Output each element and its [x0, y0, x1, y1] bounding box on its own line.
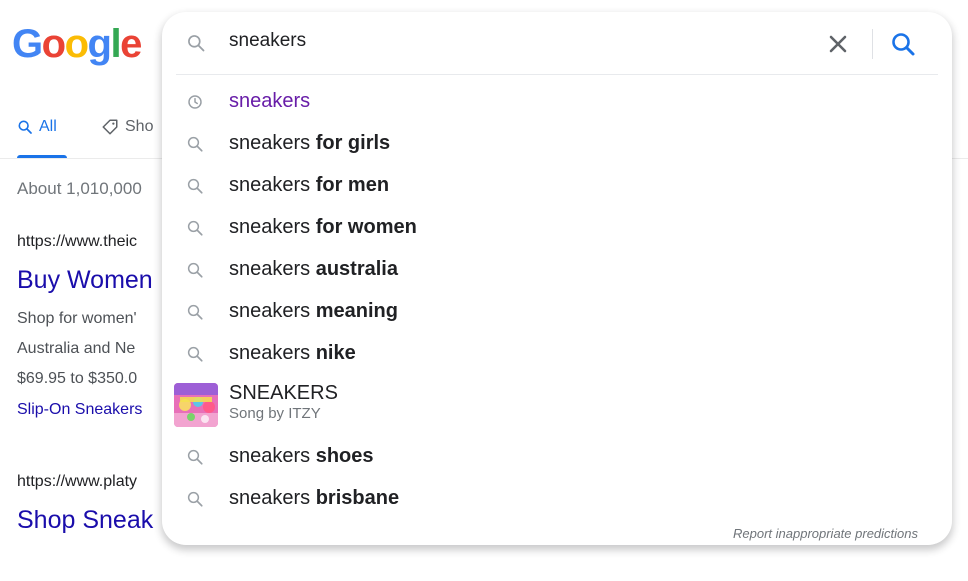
suggestion-text: sneakers shoes [229, 445, 374, 468]
suggestion-completion: nike [315, 342, 356, 364]
search-icon [187, 304, 203, 320]
suggestion-item[interactable]: sneakers meaning [162, 290, 952, 332]
search-icon [187, 136, 203, 152]
result-url: https://www.platy [17, 473, 138, 490]
dropdown-divider [176, 74, 938, 75]
tag-icon [102, 119, 118, 135]
search-icon [187, 491, 203, 507]
result-snippet-line: $69.95 to $350.0 [17, 370, 138, 387]
logo-letter: l [110, 22, 121, 66]
search-icon [18, 120, 32, 134]
suggestion-completion: australia [315, 258, 398, 280]
google-logo[interactable]: Google [12, 20, 142, 68]
suggestion-item[interactable]: sneakers for girls [162, 122, 952, 164]
tab-shopping[interactable]: Sho [101, 118, 153, 136]
result-sitelink[interactable]: Slip-On Sneakers [17, 401, 142, 419]
suggestion-item[interactable]: sneakers australia [162, 248, 952, 290]
suggestion-completion: for girls [315, 132, 391, 154]
close-icon [829, 35, 847, 53]
album-art-thumbnail [174, 383, 218, 427]
suggestion-prefix: sneakers [229, 300, 316, 322]
suggestion-text: sneakers nike [229, 342, 356, 365]
suggestion-text: sneakers australia [229, 258, 398, 281]
tab-label: All [39, 118, 57, 135]
search-box: sneakers [162, 12, 952, 74]
suggestion-item-song[interactable]: SNEAKERS Song by ITZY [162, 378, 952, 430]
search-icon [187, 449, 203, 465]
search-icon [188, 35, 205, 52]
suggestion-completion: shoes [315, 445, 374, 467]
search-divider [872, 29, 873, 59]
clear-search-button[interactable] [824, 30, 852, 58]
suggestion-item[interactable]: sneakers brisbane [162, 477, 952, 519]
result-title-link[interactable]: Shop Sneak [17, 506, 153, 535]
logo-letter: G [12, 22, 43, 66]
report-predictions-link[interactable]: Report inappropriate predictions [733, 526, 918, 541]
logo-letter: o [64, 22, 89, 66]
search-icon [187, 178, 203, 194]
result-snippet-line: Shop for women' [17, 310, 137, 327]
suggestion-prefix: sneakers [229, 174, 316, 196]
suggestion-completion: for men [315, 174, 390, 196]
search-autocomplete-dropdown: sneakers sneakers sneakers for girls sne… [162, 12, 952, 545]
suggestion-text: sneakers meaning [229, 300, 398, 323]
search-submit-button[interactable] [887, 28, 919, 60]
suggestion-prefix: sneakers [229, 342, 316, 364]
result-snippet-line: Australia and Ne [17, 340, 136, 357]
suggestion-prefix: sneakers [229, 445, 316, 467]
result-title-link[interactable]: Buy Women [17, 266, 153, 295]
suggestion-prefix: sneakers [229, 258, 316, 280]
suggestion-item[interactable]: sneakers for men [162, 164, 952, 206]
search-icon [187, 346, 203, 362]
suggestion-text: sneakers brisbane [229, 487, 399, 510]
search-icon [187, 262, 203, 278]
logo-letter: g [87, 22, 112, 66]
search-icon [187, 220, 203, 236]
result-url: https://www.theic [17, 233, 138, 250]
suggestion-item[interactable]: sneakers [162, 80, 952, 122]
suggestion-prefix: sneakers [229, 216, 316, 238]
suggestion-text: sneakers [229, 90, 310, 113]
suggestion-item[interactable]: sneakers shoes [162, 435, 952, 477]
search-input[interactable]: sneakers [229, 30, 306, 52]
suggestion-prefix: sneakers [229, 132, 316, 154]
suggestion-item[interactable]: sneakers for women [162, 206, 952, 248]
logo-letter: o [41, 22, 66, 66]
suggestion-completion: brisbane [315, 487, 400, 509]
suggestion-prefix: sneakers [229, 487, 316, 509]
suggestion-text: sneakers for women [229, 216, 417, 239]
suggestion-prefix: sneakers [229, 90, 311, 112]
result-stats: About 1,010,000 [17, 179, 142, 198]
suggestion-completion: meaning [315, 300, 398, 322]
tab-label: Sho [125, 118, 154, 135]
song-subtitle: Song by ITZY [229, 405, 321, 422]
suggestion-item[interactable]: sneakers nike [162, 332, 952, 374]
clock-icon [188, 95, 202, 109]
suggestion-text: sneakers for men [229, 174, 389, 197]
logo-letter: e [120, 22, 142, 66]
song-title: SNEAKERS [229, 382, 338, 404]
search-icon [892, 33, 915, 56]
tab-all[interactable]: All [17, 118, 57, 136]
suggestion-text: sneakers for girls [229, 132, 390, 155]
suggestion-completion: for women [315, 216, 417, 238]
